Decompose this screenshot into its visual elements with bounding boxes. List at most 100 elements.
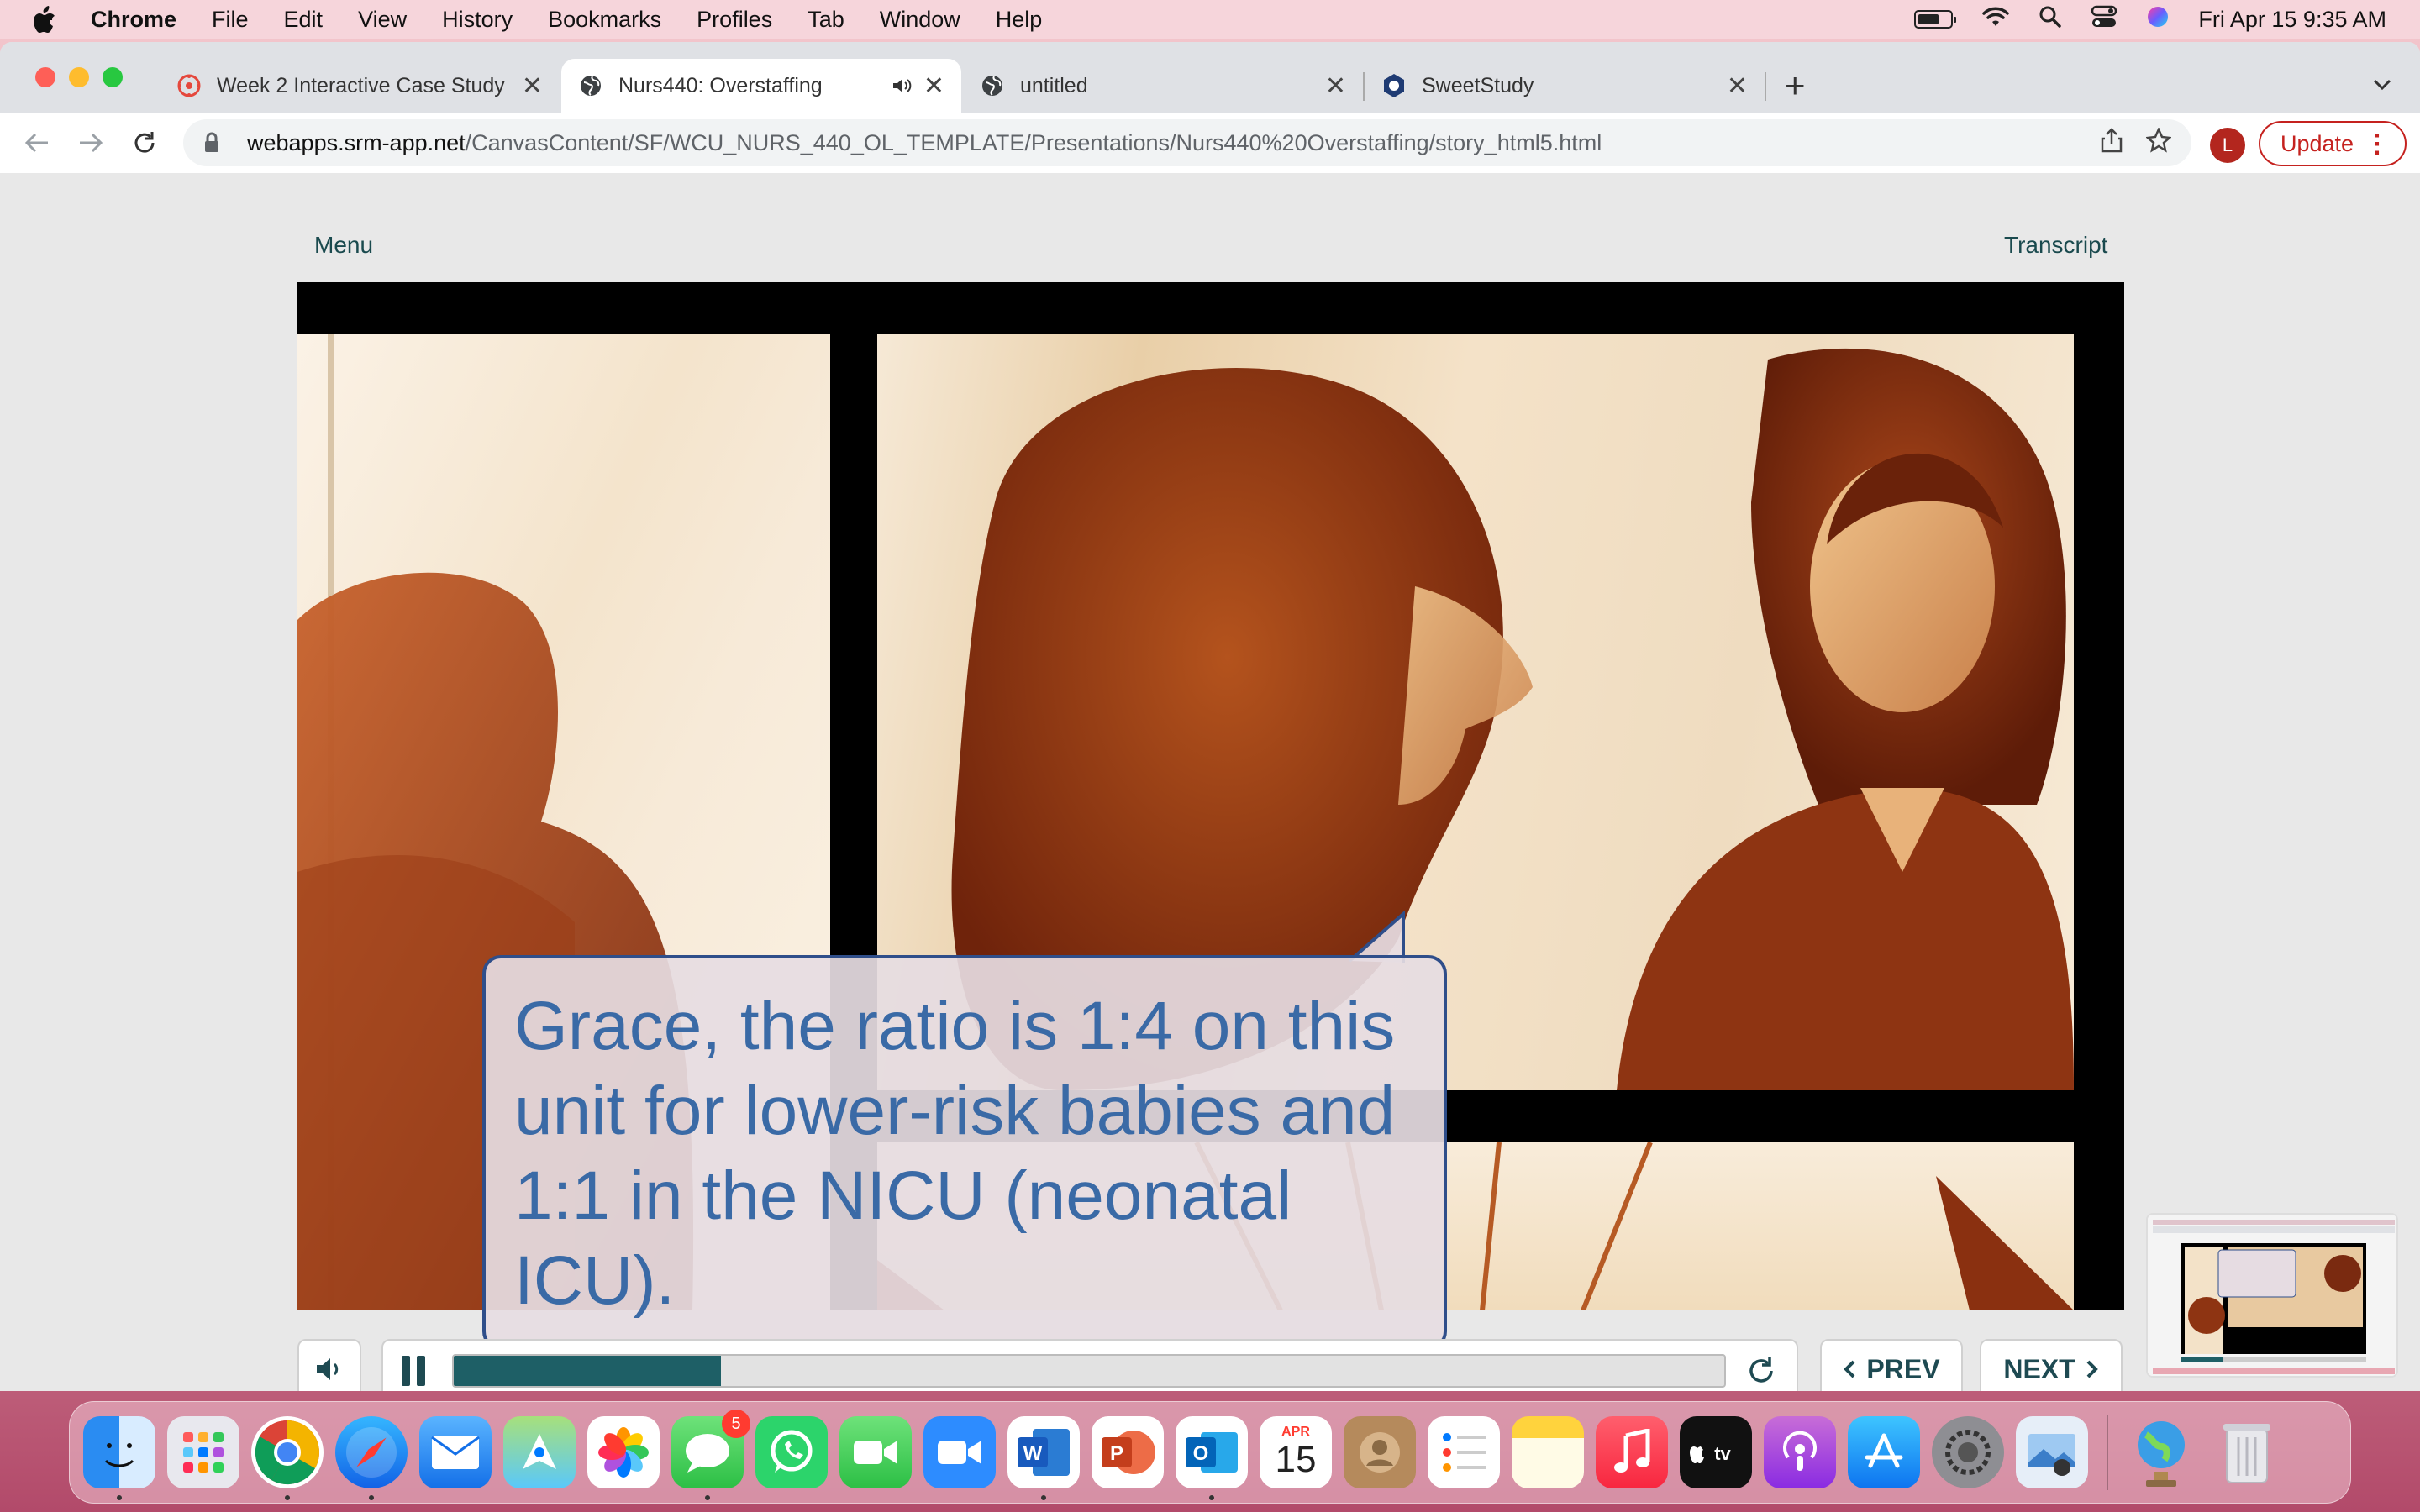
calendar-day: 15 bbox=[1275, 1439, 1317, 1480]
back-button[interactable] bbox=[17, 123, 57, 163]
profile-avatar[interactable]: L bbox=[2210, 128, 2245, 163]
music-icon[interactable] bbox=[1596, 1416, 1668, 1488]
facetime-icon[interactable] bbox=[839, 1416, 912, 1488]
launchpad-icon[interactable] bbox=[167, 1416, 239, 1488]
menu-view[interactable]: View bbox=[358, 7, 407, 33]
update-label: Update bbox=[2281, 130, 2354, 156]
app-store-icon[interactable] bbox=[1848, 1416, 1920, 1488]
window-controls bbox=[35, 67, 123, 87]
zoom-window-button[interactable] bbox=[103, 67, 123, 87]
seekbar-container bbox=[381, 1339, 1798, 1391]
tab-untitled[interactable]: untitled ✕ bbox=[963, 59, 1363, 113]
more-options-icon[interactable]: ⋮ bbox=[2365, 129, 2390, 159]
prev-button[interactable]: PREV bbox=[1820, 1339, 1963, 1391]
storyline-player: Menu Transcript Grace, the ratio is 1:4 … bbox=[0, 173, 2420, 1391]
zoom-icon[interactable] bbox=[923, 1416, 996, 1488]
forward-button[interactable] bbox=[71, 123, 111, 163]
podcasts-icon[interactable] bbox=[1764, 1416, 1836, 1488]
speaker-icon[interactable] bbox=[892, 76, 912, 95]
browser-window: Week 2 Interactive Case Study ✕ Nurs440:… bbox=[0, 42, 2420, 1391]
tab-sweetstudy[interactable]: SweetStudy ✕ bbox=[1365, 59, 1765, 113]
tab-label: untitled bbox=[1020, 73, 1088, 97]
menu-help[interactable]: Help bbox=[996, 7, 1043, 33]
player-transcript-link[interactable]: Transcript bbox=[2004, 232, 2107, 259]
volume-button[interactable] bbox=[297, 1339, 361, 1391]
battery-icon[interactable] bbox=[1914, 10, 1957, 29]
progress-fill bbox=[454, 1356, 721, 1386]
replay-icon[interactable] bbox=[1743, 1352, 1780, 1389]
wifi-icon[interactable] bbox=[1981, 6, 2010, 34]
tab-strip: Week 2 Interactive Case Study ✕ Nurs440:… bbox=[0, 42, 2420, 113]
menu-history[interactable]: History bbox=[442, 7, 513, 33]
close-window-button[interactable] bbox=[35, 67, 55, 87]
network-globe-icon[interactable] bbox=[2127, 1416, 2199, 1488]
outlook-icon[interactable]: O bbox=[1176, 1416, 1248, 1500]
lock-icon[interactable] bbox=[203, 132, 232, 154]
menu-edit[interactable]: Edit bbox=[284, 7, 324, 33]
reminders-icon[interactable] bbox=[1428, 1416, 1500, 1488]
tab-nurs440-overstaffing[interactable]: Nurs440: Overstaffing ✕ bbox=[561, 59, 961, 113]
photos-icon[interactable] bbox=[587, 1416, 660, 1488]
close-tab-icon[interactable]: ✕ bbox=[522, 71, 543, 101]
close-tab-icon[interactable]: ✕ bbox=[1727, 71, 1748, 101]
apple-tv-icon[interactable]: tv bbox=[1680, 1416, 1752, 1488]
update-button[interactable]: Update ⋮ bbox=[2259, 121, 2407, 166]
calendar-month: APR bbox=[1281, 1425, 1310, 1439]
maps-icon[interactable] bbox=[503, 1416, 576, 1488]
system-preferences-icon[interactable] bbox=[1932, 1416, 2004, 1488]
next-label: NEXT bbox=[2003, 1353, 2075, 1384]
pause-button[interactable] bbox=[402, 1356, 429, 1386]
reload-button[interactable] bbox=[124, 123, 165, 163]
menu-bookmarks[interactable]: Bookmarks bbox=[548, 7, 661, 33]
safari-icon[interactable] bbox=[335, 1416, 408, 1500]
tab-separator bbox=[1765, 72, 1766, 101]
globe-icon bbox=[980, 73, 1005, 98]
new-tab-button[interactable]: + bbox=[1785, 66, 1806, 106]
spotlight-search-icon[interactable] bbox=[2039, 5, 2062, 34]
menu-clock[interactable]: Fri Apr 15 9:35 AM bbox=[2198, 7, 2386, 33]
url-host: webapps.srm-app.net bbox=[247, 129, 466, 155]
control-center-icon[interactable] bbox=[2091, 5, 2118, 34]
mail-icon[interactable] bbox=[419, 1416, 492, 1488]
minimize-window-button[interactable] bbox=[69, 67, 89, 87]
menu-tab[interactable]: Tab bbox=[808, 7, 844, 33]
tab-week2-case-study[interactable]: Week 2 Interactive Case Study ✕ bbox=[160, 59, 560, 113]
menu-file[interactable]: File bbox=[212, 7, 249, 33]
dock: 5 W P O APR 15 tv bbox=[69, 1401, 2351, 1504]
screenshot-thumbnail[interactable] bbox=[2146, 1213, 2398, 1378]
notes-icon[interactable] bbox=[1512, 1416, 1584, 1488]
share-icon[interactable] bbox=[2101, 128, 2123, 159]
siri-icon[interactable] bbox=[2146, 5, 2170, 34]
address-bar[interactable]: webapps.srm-app.net /CanvasContent/SF/WC… bbox=[183, 119, 2191, 166]
globe-icon bbox=[578, 73, 603, 98]
word-icon[interactable]: W bbox=[1007, 1416, 1080, 1500]
close-tab-icon[interactable]: ✕ bbox=[923, 71, 944, 101]
messages-icon[interactable]: 5 bbox=[671, 1410, 750, 1500]
preview-icon[interactable] bbox=[2016, 1416, 2088, 1488]
chrome-icon[interactable] bbox=[251, 1416, 324, 1500]
menu-bar: Chrome File Edit View History Bookmarks … bbox=[0, 0, 2420, 39]
menu-window[interactable]: Window bbox=[880, 7, 960, 33]
next-button[interactable]: NEXT bbox=[1980, 1339, 2123, 1391]
canvas-icon bbox=[176, 73, 202, 98]
player-menu-link[interactable]: Menu bbox=[314, 232, 373, 259]
bookmark-star-icon[interactable] bbox=[2145, 126, 2172, 159]
apple-icon[interactable] bbox=[32, 5, 66, 34]
whatsapp-icon[interactable] bbox=[755, 1416, 828, 1488]
progress-track[interactable] bbox=[452, 1354, 1726, 1388]
menu-profiles[interactable]: Profiles bbox=[697, 7, 772, 33]
sweetstudy-icon bbox=[1381, 73, 1407, 98]
tab-search-chevron-icon[interactable] bbox=[2373, 71, 2391, 97]
finder-icon[interactable] bbox=[83, 1416, 155, 1500]
chevron-right-icon bbox=[2086, 1360, 2098, 1378]
close-tab-icon[interactable]: ✕ bbox=[1325, 71, 1346, 101]
trash-icon[interactable] bbox=[2211, 1416, 2283, 1488]
browser-toolbar: webapps.srm-app.net /CanvasContent/SF/WC… bbox=[0, 113, 2420, 173]
menu-app-name[interactable]: Chrome bbox=[91, 7, 176, 33]
pause-icon-bar bbox=[402, 1356, 410, 1386]
tab-label: Week 2 Interactive Case Study bbox=[217, 73, 505, 97]
powerpoint-icon[interactable]: P bbox=[1092, 1416, 1164, 1488]
calendar-icon[interactable]: APR 15 bbox=[1260, 1416, 1332, 1488]
tab-label: Nurs440: Overstaffing bbox=[618, 73, 823, 97]
contacts-icon[interactable] bbox=[1344, 1416, 1416, 1488]
